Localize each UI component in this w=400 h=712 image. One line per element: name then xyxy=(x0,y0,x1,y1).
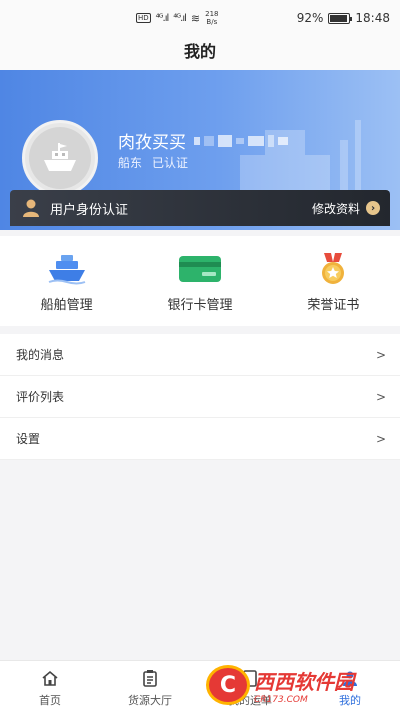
honor-certificate-button[interactable]: 荣誉证书 xyxy=(267,236,400,326)
site-watermark: C 西西软件园 CR173.COM xyxy=(206,663,392,707)
tab-cargo-hall-label: 货源大厅 xyxy=(128,694,172,707)
watermark-logo: C xyxy=(206,665,250,705)
medal-icon xyxy=(311,252,355,286)
tab-cargo-hall[interactable]: 货源大厅 xyxy=(100,661,200,712)
battery-percent: 92% xyxy=(296,11,324,25)
bank-card-management-button[interactable]: 银行卡管理 xyxy=(133,236,266,326)
edit-profile-button[interactable]: 修改资料 › xyxy=(312,200,380,217)
menu-item-label: 我的消息 xyxy=(16,348,65,362)
menu-list: 我的消息 > 评价列表 > 设置 > xyxy=(0,334,400,460)
ship-icon xyxy=(45,252,89,286)
tab-home[interactable]: 首页 xyxy=(0,661,100,712)
avatar-inner xyxy=(29,127,91,189)
chevron-right-icon: > xyxy=(375,431,386,446)
chevron-right-icon: > xyxy=(375,347,386,362)
net-speed: 218 B/s xyxy=(205,10,218,26)
avatar[interactable] xyxy=(22,120,98,196)
ship-management-label: 船舶管理 xyxy=(40,298,93,313)
watermark-brand: 西西软件园 xyxy=(254,669,354,694)
identity-auth-label: 用户身份认证 xyxy=(50,202,129,218)
user-name-text: 肉孜买买 xyxy=(118,133,186,153)
redacted-name-blur xyxy=(194,134,288,147)
ship-management-button[interactable]: 船舶管理 xyxy=(0,236,133,326)
page-title: 我的 xyxy=(0,36,400,70)
clipboard-icon xyxy=(140,669,160,687)
edit-profile-label: 修改资料 xyxy=(311,201,360,216)
user-name: 肉孜买买 xyxy=(118,128,288,153)
menu-item-label: 评价列表 xyxy=(16,390,65,404)
bank-card-management-label: 银行卡管理 xyxy=(167,298,233,313)
status-bar: HD ⁴ᴳ.ıl ⁴ᴳ.ıl ≋ 218 B/s 92% 18:48 xyxy=(0,0,400,36)
verified-status: 已认证 xyxy=(152,156,189,170)
chevron-right-icon: > xyxy=(375,389,386,404)
tab-home-label: 首页 xyxy=(39,694,61,707)
battery-fill xyxy=(330,14,347,22)
net-speed-value: 218 xyxy=(205,10,219,18)
person-icon xyxy=(23,199,39,217)
watermark-site: CR173.COM xyxy=(254,694,308,705)
signal-icon-a: ⁴ᴳ.ıl xyxy=(155,12,170,24)
menu-item-reviews[interactable]: 评价列表 > xyxy=(0,376,400,418)
menu-item-label: 设置 xyxy=(16,432,41,446)
clock: 18:48 xyxy=(355,11,390,25)
battery-icon xyxy=(328,12,353,24)
role-label: 船东 xyxy=(118,156,143,170)
function-grid: 船舶管理 银行卡管理 荣誉证书 xyxy=(0,236,400,326)
status-icons: HD ⁴ᴳ.ıl ⁴ᴳ.ıl ≋ 218 B/s xyxy=(136,10,219,26)
bank-card-icon xyxy=(178,252,222,286)
home-icon xyxy=(40,669,60,687)
honor-certificate-label: 荣誉证书 xyxy=(307,298,360,313)
menu-item-messages[interactable]: 我的消息 > xyxy=(0,334,400,376)
identity-auth-bar[interactable]: 用户身份认证 修改资料 › xyxy=(10,190,390,226)
wifi-icon: ≋ xyxy=(190,11,201,25)
user-role: 船东 已认证 xyxy=(118,154,188,171)
chevron-right-icon: › xyxy=(366,201,380,215)
menu-item-settings[interactable]: 设置 > xyxy=(0,418,400,460)
ship-avatar-icon xyxy=(44,143,76,171)
signal-icon-b: ⁴ᴳ.ıl xyxy=(173,12,187,24)
net-speed-unit: B/s xyxy=(206,18,218,26)
status-right: 92% 18:48 xyxy=(297,11,390,25)
watermark-text: 西西软件园 CR173.COM xyxy=(254,666,354,705)
hd-icon: HD xyxy=(136,13,151,23)
